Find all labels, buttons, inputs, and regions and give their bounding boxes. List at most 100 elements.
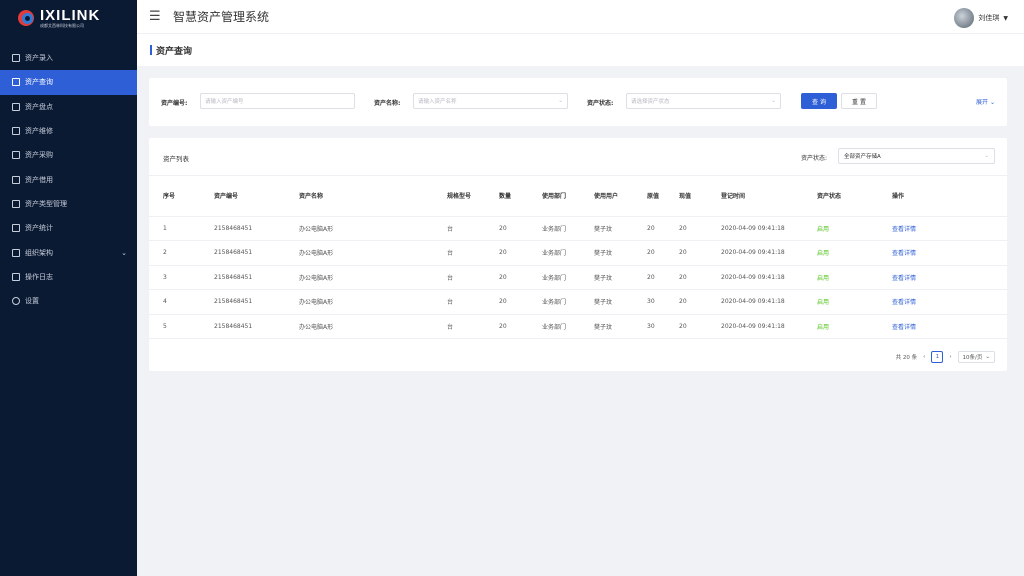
column-header: 登记时间 (721, 176, 817, 217)
cell-status: 启用 (817, 240, 892, 266)
page-number-current[interactable]: 1 (931, 351, 944, 363)
sidebar-menu: 资产录入 资产查询 资产盘点 资产维修 资产采购 资产借用 资产类型管理 资产统… (0, 46, 137, 313)
sidebar-item-asset-inventory[interactable]: 资产盘点 (0, 95, 137, 119)
borrow-icon (12, 175, 20, 184)
pagination: 共 20 条 ‹ 1 › 10条/页 ⌄ (896, 351, 995, 363)
cell-asset-name: 办公电脑A形 (299, 240, 447, 266)
cell-status: 启用 (817, 289, 892, 315)
view-details-link[interactable]: 查看详情 (892, 265, 1007, 290)
cell-asset-name: 办公电脑A形 (299, 216, 447, 241)
asset-name-input[interactable]: 请输入资产名称 ⌄ (413, 93, 568, 109)
cell-current-value: 20 (679, 265, 721, 290)
expand-label[interactable]: 展开 (976, 99, 988, 106)
caret-down-icon[interactable]: ▼ (1003, 15, 1008, 22)
cell-quantity: 20 (499, 265, 542, 290)
sidebar-item-asset-purchase[interactable]: 资产采购 (0, 143, 137, 167)
status-filter-select[interactable]: 全部资产存储A ⌄ (838, 148, 995, 164)
cell-quantity: 20 (499, 240, 542, 266)
cell-department: 业务部门 (542, 289, 594, 315)
cell-spec: 台 (447, 240, 499, 266)
avatar[interactable] (954, 8, 975, 28)
cell-status: 启用 (817, 216, 892, 241)
asset-no-placeholder: 请输入资产编号 (205, 99, 244, 105)
sidebar-item-label: 资产维修 (25, 127, 53, 136)
sidebar-item-label: 资产统计 (25, 224, 53, 233)
table-row: 2 2158468451 办公电脑A形 台 20 业务部门 樊子玟 20 20 … (149, 240, 1007, 266)
cell-original-value: 30 (647, 289, 679, 315)
sidebar-item-settings[interactable]: 设置 (0, 289, 137, 313)
cell-user: 樊子玟 (594, 240, 647, 266)
cell-current-value: 20 (679, 240, 721, 266)
expand-toggle[interactable]: 展开 ⌄ (976, 97, 995, 106)
heading-accent-bar (150, 45, 152, 55)
page-prev-icon[interactable]: ‹ (923, 354, 925, 360)
hamburger-icon[interactable]: ☰ (149, 9, 163, 24)
cell-index: 2 (149, 240, 214, 266)
cell-user: 樊子玟 (594, 265, 647, 290)
asset-no-input[interactable]: 请输入资产编号 (200, 93, 355, 109)
user-menu[interactable]: 刘佳琪 ▼ (954, 8, 1008, 28)
log-icon (12, 272, 20, 281)
table-row: 4 2158468451 办公电脑A形 台 20 业务部门 樊子玟 30 20 … (149, 289, 1007, 315)
sidebar-item-asset-entry[interactable]: 资产录入 (0, 46, 137, 70)
cell-quantity: 20 (499, 314, 542, 339)
cell-asset-no: 2158468451 (214, 240, 299, 266)
chevron-down-icon: ⌄ (984, 153, 989, 159)
sidebar-item-label: 设置 (25, 297, 39, 306)
query-button[interactable]: 查 询 (801, 93, 837, 109)
asset-name-placeholder: 请输入资产名称 (418, 99, 457, 105)
column-header: 现值 (679, 176, 721, 217)
view-details-link[interactable]: 查看详情 (892, 289, 1007, 315)
page-size-select[interactable]: 10条/页 ⌄ (957, 351, 995, 363)
chart-icon (12, 224, 20, 233)
cell-asset-name: 办公电脑A形 (299, 314, 447, 339)
sidebar-item-asset-query[interactable]: 资产查询 (0, 70, 137, 95)
filter-value: 全部资产存储A (844, 154, 881, 160)
cell-current-value: 20 (679, 289, 721, 315)
reset-button[interactable]: 重 置 (841, 93, 877, 109)
cell-index: 1 (149, 216, 214, 241)
sidebar-item-org[interactable]: 组织架构 ⌄ (0, 240, 137, 264)
logo: IXILINK 成都艾西林科技有限公司 (0, 0, 137, 36)
page-heading: 资产查询 (137, 34, 1024, 66)
logo-icon (16, 8, 36, 28)
chevron-down-icon: ⌄ (985, 354, 990, 360)
sidebar-item-label: 资产类型管理 (25, 199, 67, 208)
asset-status-select[interactable]: 请选择资产状态 ⌄ (626, 93, 781, 109)
cell-asset-no: 2158468451 (214, 289, 299, 315)
view-details-link[interactable]: 查看详情 (892, 240, 1007, 266)
cell-original-value: 20 (647, 265, 679, 290)
table-row: 3 2158468451 办公电脑A形 台 20 业务部门 樊子玟 20 20 … (149, 265, 1007, 290)
cell-department: 业务部门 (542, 314, 594, 339)
view-details-link[interactable]: 查看详情 (892, 314, 1007, 339)
chevron-down-icon[interactable]: ⌄ (990, 99, 995, 106)
cell-registered-time: 2020-04-09 09:41:18 (721, 240, 817, 266)
sidebar-item-label: 资产盘点 (25, 102, 53, 111)
sidebar-item-asset-types[interactable]: 资产类型管理 (0, 192, 137, 216)
cart-icon (12, 151, 20, 160)
column-header: 操作 (892, 176, 1007, 217)
column-header: 资产名称 (299, 176, 447, 217)
column-header: 使用部门 (542, 176, 594, 217)
page-title: 资产查询 (156, 46, 193, 57)
cell-original-value: 20 (647, 240, 679, 266)
pagination-total: 共 20 条 (895, 355, 918, 361)
user-name[interactable]: 刘佳琪 (978, 13, 999, 23)
sidebar-item-asset-repair[interactable]: 资产维修 (0, 119, 137, 143)
column-header: 原值 (647, 176, 679, 217)
sidebar-item-asset-borrow[interactable]: 资产借用 (0, 167, 137, 191)
table-header-row: 序号 资产编号 资产名称 规格型号 数量 使用部门 使用用户 原值 现值 登记时… (149, 176, 1007, 217)
cell-spec: 台 (447, 314, 499, 339)
sidebar-item-asset-stats[interactable]: 资产统计 (0, 216, 137, 240)
cell-spec: 台 (447, 289, 499, 315)
cell-original-value: 20 (647, 216, 679, 241)
page-next-icon[interactable]: › (949, 354, 951, 360)
view-details-link[interactable]: 查看详情 (892, 216, 1007, 241)
sidebar-item-label: 操作日志 (25, 272, 53, 281)
column-header: 资产编号 (214, 176, 299, 217)
category-icon (12, 199, 20, 208)
cell-index: 5 (149, 314, 214, 339)
sidebar-item-logs[interactable]: 操作日志 (0, 265, 137, 289)
logo-subtitle: 成都艾西林科技有限公司 (40, 22, 84, 28)
cell-registered-time: 2020-04-09 09:41:18 (721, 314, 817, 339)
